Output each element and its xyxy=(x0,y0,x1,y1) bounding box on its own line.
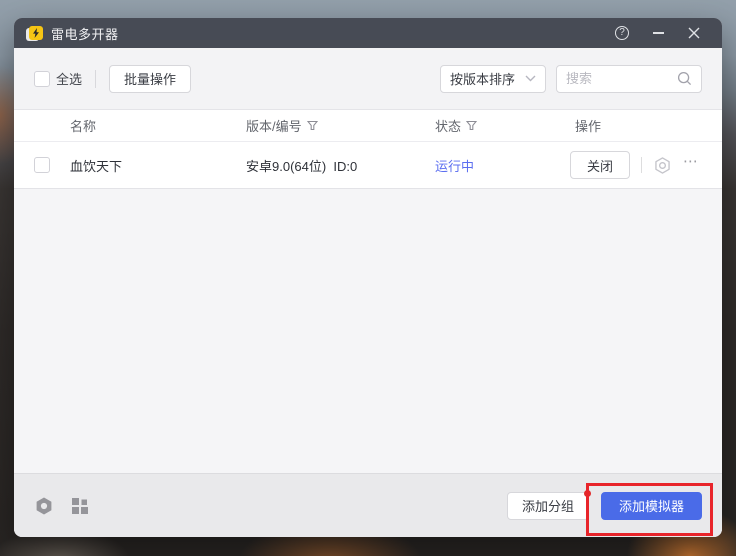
chevron-down-icon xyxy=(525,75,536,82)
column-name: 名称 xyxy=(70,116,246,135)
search-icon xyxy=(677,71,692,86)
column-version: 版本/编号 xyxy=(246,116,435,135)
toolbar: 全选 批量操作 按版本排序 xyxy=(14,48,722,110)
sort-dropdown-value: 按版本排序 xyxy=(450,69,525,88)
instance-status: 运行中 xyxy=(435,156,575,175)
table-row: 血饮天下 安卓9.0(64位) ID:0 运行中 关闭 ⋯ xyxy=(14,142,722,189)
settings-nut-icon[interactable] xyxy=(34,496,54,516)
sort-dropdown[interactable]: 按版本排序 xyxy=(440,65,546,93)
table-header: 名称 版本/编号 状态 操作 xyxy=(14,110,722,142)
toolbar-divider xyxy=(95,70,96,88)
select-all-checkbox[interactable] xyxy=(34,71,50,87)
bottom-bar: 添加分组 添加模拟器 xyxy=(14,473,722,537)
column-ops: 操作 xyxy=(575,116,702,135)
notification-dot xyxy=(584,490,591,497)
add-emulator-button[interactable]: 添加模拟器 xyxy=(601,492,702,520)
add-group-button[interactable]: 添加分组 xyxy=(507,492,589,520)
lightning-glyph xyxy=(32,28,40,38)
instance-name: 血饮天下 xyxy=(70,156,246,175)
more-icon[interactable]: ⋯ xyxy=(683,157,700,173)
help-icon[interactable]: ? xyxy=(614,25,630,41)
close-instance-button[interactable]: 关闭 xyxy=(570,151,630,179)
column-status: 状态 xyxy=(435,116,575,135)
row-checkbox[interactable] xyxy=(34,157,50,173)
app-window: 雷电多开器 ? 全选 批量操作 按版本排序 xyxy=(14,18,722,537)
filter-icon[interactable] xyxy=(466,120,477,131)
minimize-icon[interactable] xyxy=(650,25,666,41)
instance-settings-icon[interactable] xyxy=(653,156,672,175)
search-box xyxy=(556,65,702,93)
window-title: 雷电多开器 xyxy=(51,24,119,43)
instance-list-empty-area xyxy=(14,189,722,473)
app-logo-icon xyxy=(26,26,43,41)
filter-icon[interactable] xyxy=(307,120,318,131)
select-all-label: 全选 xyxy=(56,69,82,88)
search-input[interactable] xyxy=(566,71,677,86)
batch-operation-button[interactable]: 批量操作 xyxy=(109,65,191,93)
grid-layout-icon[interactable] xyxy=(71,497,89,515)
row-operations: 关闭 ⋯ xyxy=(570,151,702,179)
instance-version: 安卓9.0(64位) ID:0 xyxy=(246,156,435,175)
titlebar: 雷电多开器 ? xyxy=(14,18,722,48)
close-icon[interactable] xyxy=(686,25,702,41)
ops-divider xyxy=(641,157,642,173)
